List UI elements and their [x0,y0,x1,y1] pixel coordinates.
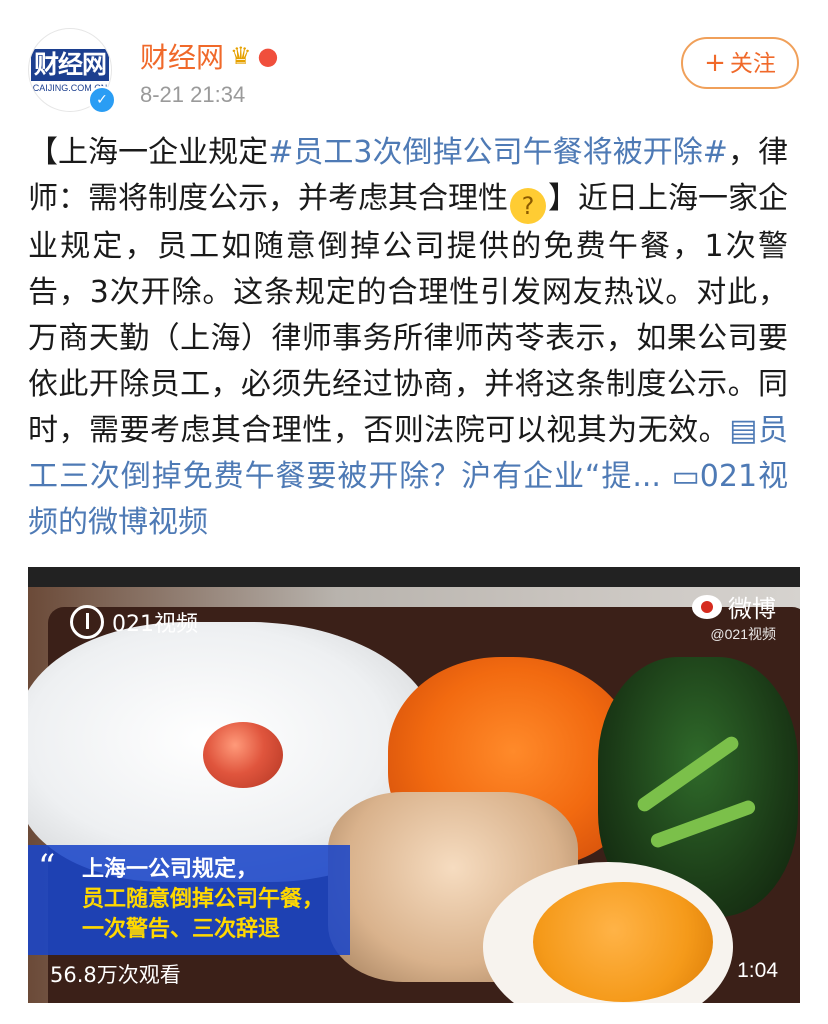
post-timestamp: 8-21 21:34 [140,82,246,107]
weibo-watermark: 微博 @021视频 [692,589,776,644]
hashtag-link[interactable]: #员工3次倒掉公司午餐将被开除# [268,135,728,170]
crown-icon: ♛ [230,42,252,70]
video-icon: ▭ [660,459,700,494]
weibo-watermark-text: 微博 [728,595,776,623]
video-duration: 1:04 [737,959,778,982]
plus-icon: + [704,48,726,78]
post-text-part1: 【上海一企业规定 [28,135,269,170]
caption-line3: 一次警告、三次辞退 [82,917,281,942]
view-count: 56.8万次观看 [50,963,181,987]
username[interactable]: 财经网 [140,36,224,76]
verified-icon: ✓ [88,86,116,114]
thinking-emoji-icon: ? [510,188,546,224]
avatar-logo-text: 财经网 [31,49,109,81]
weibo-watermark-main: 微博 [692,589,776,624]
caption-line1: 上海一公司规定， [82,857,259,882]
channel-logo-text: 021视频 [112,612,198,637]
egg-yolk [533,882,713,1002]
caption-line2: 员工随意倒掉公司午餐， [82,887,325,912]
article-icon: ▤ [729,413,758,448]
video-player[interactable]: 021视频 微博 @021视频 “ 上海一公司规定， 员工随意倒掉公司午餐， 一… [28,567,800,1003]
weibo-watermark-handle: @021视频 [710,626,776,642]
username-row[interactable]: 财经网 ♛ ● [140,36,278,76]
pickled-plum [203,722,283,788]
post-text-part3: 】近日上海一家企业规定，员工如随意倒掉公司提供的免费午餐，1次警告，3次开除。这… [28,181,788,448]
video-caption: “ 上海一公司规定， 员工随意倒掉公司午餐， 一次警告、三次辞退 [28,845,350,955]
quote-icon: “ [38,847,56,887]
channel-logo-icon [70,605,104,639]
post-text: 【上海一企业规定#员工3次倒掉公司午餐将被开除#，律师：需将制度公示，并考虑其合… [28,130,788,546]
weibo-logo-icon [692,594,722,619]
balloon-icon: ● [257,42,279,70]
follow-label: 关注 [729,51,776,77]
follow-button[interactable]: + 关注 [681,37,799,89]
channel-logo: 021视频 [70,605,198,639]
